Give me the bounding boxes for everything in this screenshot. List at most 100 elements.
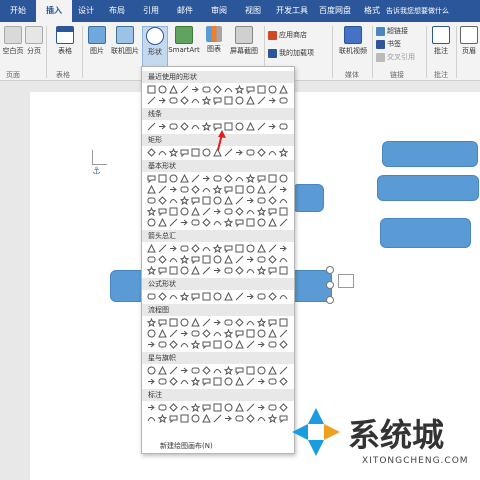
shape-option-icon[interactable] <box>190 184 200 194</box>
shape-option-icon[interactable] <box>256 195 266 205</box>
shape-option-icon[interactable] <box>234 184 244 194</box>
shape-option-icon[interactable] <box>278 121 288 131</box>
shape-option-icon[interactable] <box>245 84 255 94</box>
shape-option-icon[interactable] <box>267 121 277 131</box>
shape-option-icon[interactable] <box>278 84 288 94</box>
shape-option-icon[interactable] <box>201 254 211 264</box>
shape-option-icon[interactable] <box>201 317 211 327</box>
resize-handle[interactable] <box>326 281 334 289</box>
shape-option-icon[interactable] <box>245 254 255 264</box>
shape-option-icon[interactable] <box>234 84 244 94</box>
shape-option-icon[interactable] <box>190 195 200 205</box>
my-addins-button[interactable]: 我的加载项 <box>268 48 314 58</box>
bookmark-button[interactable]: 书签 <box>376 39 401 49</box>
shape-option-icon[interactable] <box>278 365 288 375</box>
shape-option-icon[interactable] <box>157 291 167 301</box>
shape-option-icon[interactable] <box>256 413 266 423</box>
shape-option-icon[interactable] <box>267 95 277 105</box>
shape-option-icon[interactable] <box>212 95 222 105</box>
shape-option-icon[interactable] <box>212 173 222 183</box>
shape-option-icon[interactable] <box>278 243 288 253</box>
shape-option-icon[interactable] <box>157 217 167 227</box>
screenshot-button[interactable]: 屏幕截图 <box>226 26 262 56</box>
tab-0[interactable]: 开始 <box>0 0 36 22</box>
shape-option-icon[interactable] <box>168 121 178 131</box>
shape-option-icon[interactable] <box>146 328 156 338</box>
shape-option-icon[interactable] <box>234 95 244 105</box>
shape-option-icon[interactable] <box>245 339 255 349</box>
shape-option-icon[interactable] <box>278 328 288 338</box>
shape-option-icon[interactable] <box>146 265 156 275</box>
shape-option-icon[interactable] <box>256 265 266 275</box>
shape-option-icon[interactable] <box>278 184 288 194</box>
shape-option-icon[interactable] <box>234 339 244 349</box>
shape-option-icon[interactable] <box>179 173 189 183</box>
shape-option-icon[interactable] <box>245 95 255 105</box>
shape-option-icon[interactable] <box>234 173 244 183</box>
shape-option-icon[interactable] <box>212 184 222 194</box>
shape-option-icon[interactable] <box>190 365 200 375</box>
shape-option-icon[interactable] <box>146 206 156 216</box>
shape-option-icon[interactable] <box>179 195 189 205</box>
shape-option-icon[interactable] <box>201 95 211 105</box>
tab-8[interactable]: 开发工具 <box>270 0 314 22</box>
shape-option-icon[interactable] <box>201 328 211 338</box>
shape-option-icon[interactable] <box>201 195 211 205</box>
shape-option-icon[interactable] <box>179 217 189 227</box>
shape-option-icon[interactable] <box>190 121 200 131</box>
comment-button[interactable]: 批注 <box>430 26 452 56</box>
shape-option-icon[interactable] <box>157 195 167 205</box>
shape-option-icon[interactable] <box>223 84 233 94</box>
shape-option-icon[interactable] <box>256 376 266 386</box>
shape-option-icon[interactable] <box>267 376 277 386</box>
tab-4[interactable]: 引用 <box>134 0 168 22</box>
shape-option-icon[interactable] <box>190 147 200 157</box>
shape-option-icon[interactable] <box>168 265 178 275</box>
shape-option-icon[interactable] <box>256 206 266 216</box>
shape-option-icon[interactable] <box>267 206 277 216</box>
shape-option-icon[interactable] <box>190 173 200 183</box>
shape-option-icon[interactable] <box>234 365 244 375</box>
shape-option-icon[interactable] <box>179 147 189 157</box>
shape-option-icon[interactable] <box>212 254 222 264</box>
shape-option-icon[interactable] <box>256 121 266 131</box>
shape-option-icon[interactable] <box>267 173 277 183</box>
tab-6[interactable]: 审阅 <box>202 0 236 22</box>
shape-option-icon[interactable] <box>190 84 200 94</box>
shape-option-icon[interactable] <box>234 243 244 253</box>
shape-option-icon[interactable] <box>157 365 167 375</box>
tell-me-search[interactable]: 告诉我您想要做什么 <box>386 4 480 18</box>
shape-option-icon[interactable] <box>223 243 233 253</box>
shape-option-icon[interactable] <box>146 84 156 94</box>
shape-option-icon[interactable] <box>234 206 244 216</box>
shape-option-icon[interactable] <box>190 402 200 412</box>
shape-option-icon[interactable] <box>146 413 156 423</box>
shape-option-icon[interactable] <box>168 95 178 105</box>
shape-option-icon[interactable] <box>267 243 277 253</box>
shape-option-icon[interactable] <box>201 147 211 157</box>
shape-option-icon[interactable] <box>245 147 255 157</box>
shape-option-icon[interactable] <box>245 173 255 183</box>
shape-option-icon[interactable] <box>278 195 288 205</box>
shape-option-icon[interactable] <box>190 206 200 216</box>
shape-option-icon[interactable] <box>245 265 255 275</box>
shape-option-icon[interactable] <box>234 291 244 301</box>
shape-option-icon[interactable] <box>168 317 178 327</box>
shape-option-icon[interactable] <box>267 291 277 301</box>
shape-option-icon[interactable] <box>190 243 200 253</box>
shape-option-icon[interactable] <box>157 147 167 157</box>
shape-option-icon[interactable] <box>146 402 156 412</box>
shape-option-icon[interactable] <box>157 317 167 327</box>
shape-option-icon[interactable] <box>157 376 167 386</box>
shape-option-icon[interactable] <box>168 84 178 94</box>
shape-option-icon[interactable] <box>245 195 255 205</box>
shape-option-icon[interactable] <box>157 402 167 412</box>
shape-option-icon[interactable] <box>168 413 178 423</box>
shape-option-icon[interactable] <box>190 376 200 386</box>
shape-option-icon[interactable] <box>179 291 189 301</box>
shape-option-icon[interactable] <box>179 376 189 386</box>
tab-3[interactable]: 布局 <box>100 0 134 22</box>
tab-2[interactable]: 设计 <box>72 0 100 22</box>
shape-option-icon[interactable] <box>201 413 211 423</box>
shape-option-icon[interactable] <box>146 365 156 375</box>
